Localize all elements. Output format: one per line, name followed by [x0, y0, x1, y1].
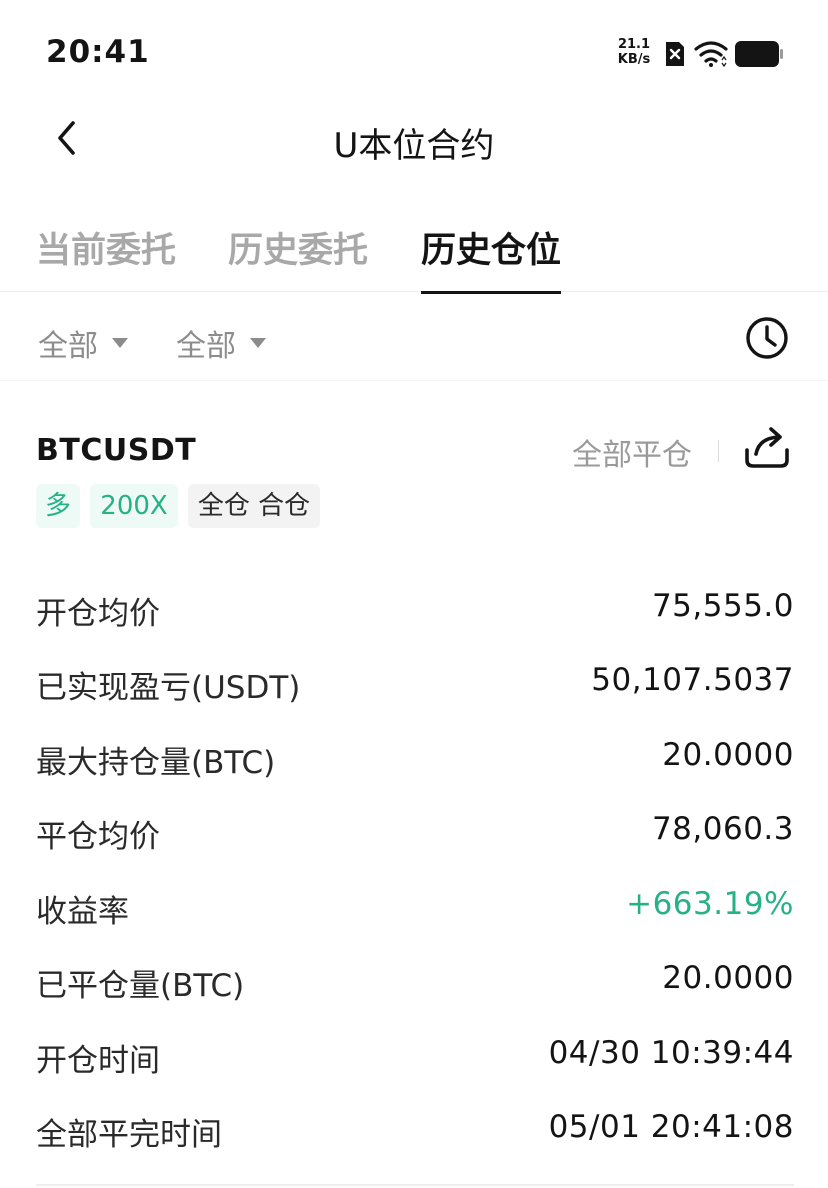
network-speed-unit: KB/s: [617, 52, 651, 67]
filter-label: 全部: [38, 329, 98, 364]
detail-row-realized-pnl: 已实现盈亏(USDT) 50,107.5037: [36, 662, 794, 712]
direction-badge: 多: [36, 484, 80, 528]
card-divider: [36, 1184, 794, 1186]
filter-dropdown-type[interactable]: 全部: [38, 321, 128, 365]
history-positions-screen: 20:41 21.1 KB/s U本位合约 当前委托 历史委托 历史仓位 全部 …: [0, 0, 828, 1188]
detail-value: 78,060.3: [651, 811, 794, 847]
detail-value: 04/30 10:39:44: [548, 1035, 794, 1071]
no-sim-icon: [666, 42, 684, 66]
page-title: U本位合约: [333, 126, 495, 166]
detail-label: 全部平完时间: [36, 1117, 222, 1153]
detail-label: 已平仓量(BTC): [36, 968, 245, 1004]
detail-row-roi: 收益率 +663.19%: [36, 886, 794, 936]
margin-mode-badge: 全仓 合仓: [188, 484, 320, 528]
detail-value: 50,107.5037: [591, 662, 794, 698]
detail-value: 75,555.0: [651, 588, 794, 624]
detail-row-close-time: 全部平完时间 05/01 20:41:08: [36, 1109, 794, 1159]
detail-label: 最大持仓量(BTC): [36, 745, 276, 781]
detail-value: 20.0000: [662, 960, 794, 996]
status-time: 20:41: [46, 34, 150, 70]
tab-current-orders[interactable]: 当前委托: [36, 222, 176, 292]
detail-row-close-price: 平仓均价 78,060.3: [36, 811, 794, 861]
divider: [718, 440, 719, 462]
tab-bar: 当前委托 历史委托 历史仓位: [0, 214, 828, 294]
filter-bar: 全部 全部: [0, 293, 828, 381]
detail-row-open-time: 开仓时间 04/30 10:39:44: [36, 1035, 794, 1085]
filter-label: 全部: [176, 329, 236, 364]
detail-row-closed-qty: 已平仓量(BTC) 20.0000: [36, 960, 794, 1010]
detail-label: 开仓时间: [36, 1043, 160, 1079]
network-speed: 21.1 KB/s: [612, 37, 656, 67]
close-all-button[interactable]: 全部平仓: [572, 430, 692, 474]
detail-row-max-position: 最大持仓量(BTC) 20.0000: [36, 737, 794, 787]
caret-down-icon: [250, 338, 266, 348]
detail-label: 已实现盈亏(USDT): [36, 670, 301, 706]
status-bar: 20:41 21.1 KB/s: [0, 0, 828, 100]
detail-value: 05/01 20:41:08: [548, 1109, 794, 1145]
detail-label: 平仓均价: [36, 819, 160, 855]
leverage-badge: 200X: [90, 484, 178, 528]
network-speed-value: 21.1: [617, 37, 651, 52]
position-symbol: BTCUSDT: [36, 433, 197, 468]
share-icon[interactable]: [742, 424, 792, 470]
caret-down-icon: [112, 338, 128, 348]
tab-position-history[interactable]: 历史仓位: [421, 222, 562, 294]
detail-label: 收益率: [36, 894, 129, 930]
filter-dropdown-symbol[interactable]: 全部: [176, 321, 266, 365]
battery-icon: [735, 41, 783, 67]
detail-value: 20.0000: [662, 737, 794, 773]
detail-value-roi: +663.19%: [626, 886, 794, 922]
clock-icon[interactable]: [744, 315, 790, 361]
detail-label: 开仓均价: [36, 596, 160, 632]
tab-order-history[interactable]: 历史委托: [228, 222, 368, 292]
wifi-icon: [694, 41, 728, 68]
detail-row-entry-price: 开仓均价 75,555.0: [36, 588, 794, 638]
